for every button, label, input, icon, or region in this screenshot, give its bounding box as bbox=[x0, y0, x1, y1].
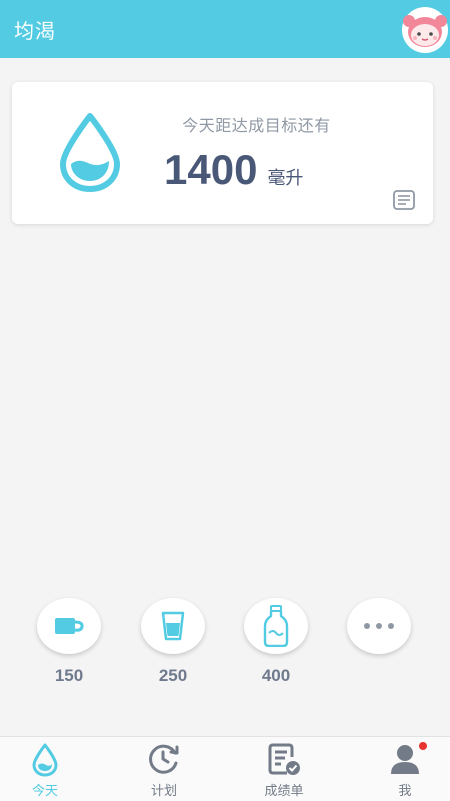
bottom-navigation: 今天 计划 成绩单 我 bbox=[0, 736, 450, 801]
glass-icon bbox=[161, 611, 185, 641]
notification-badge bbox=[419, 742, 427, 750]
nav-label-me: 我 bbox=[398, 784, 412, 799]
add-250-button[interactable] bbox=[141, 598, 205, 654]
girl-avatar-icon bbox=[403, 15, 447, 47]
remaining-amount: 1400 毫升 bbox=[164, 146, 303, 194]
cup-icon bbox=[55, 618, 84, 634]
nav-label-report: 成绩单 bbox=[264, 784, 304, 799]
user-icon bbox=[391, 745, 419, 774]
quick-label-250: 250 bbox=[158, 666, 188, 685]
remaining-value: 1400 bbox=[164, 146, 258, 193]
nav-label-plan: 计划 bbox=[150, 784, 177, 799]
quick-label-400: 400 bbox=[261, 666, 291, 685]
nav-item-today[interactable]: 今天 bbox=[0, 737, 101, 801]
goal-card: 今天距达成目标还有 1400 毫升 bbox=[12, 82, 433, 224]
notes-icon[interactable] bbox=[393, 190, 415, 210]
app-title: 均渴 bbox=[14, 19, 56, 43]
nav-item-plan[interactable]: 计划 bbox=[108, 737, 220, 801]
goal-subtitle: 今天距达成目标还有 bbox=[182, 116, 331, 135]
app-header: 均渴 bbox=[0, 0, 450, 58]
water-drop-icon bbox=[60, 113, 120, 192]
clock-refresh-icon bbox=[149, 744, 179, 774]
quick-label-150: 150 bbox=[54, 666, 84, 685]
nav-item-report[interactable]: 成绩单 bbox=[228, 737, 340, 801]
avatar[interactable] bbox=[402, 7, 448, 53]
nav-item-me[interactable]: 我 bbox=[349, 737, 450, 801]
remaining-unit: 毫升 bbox=[267, 168, 304, 189]
more-options-button[interactable] bbox=[347, 598, 411, 654]
water-drop-icon bbox=[32, 743, 58, 777]
more-icon bbox=[364, 623, 394, 629]
add-150-button[interactable] bbox=[37, 598, 101, 654]
report-check-icon bbox=[268, 743, 300, 775]
add-400-button[interactable] bbox=[244, 598, 308, 654]
nav-label-today: 今天 bbox=[31, 784, 58, 799]
bottle-icon bbox=[263, 605, 289, 647]
